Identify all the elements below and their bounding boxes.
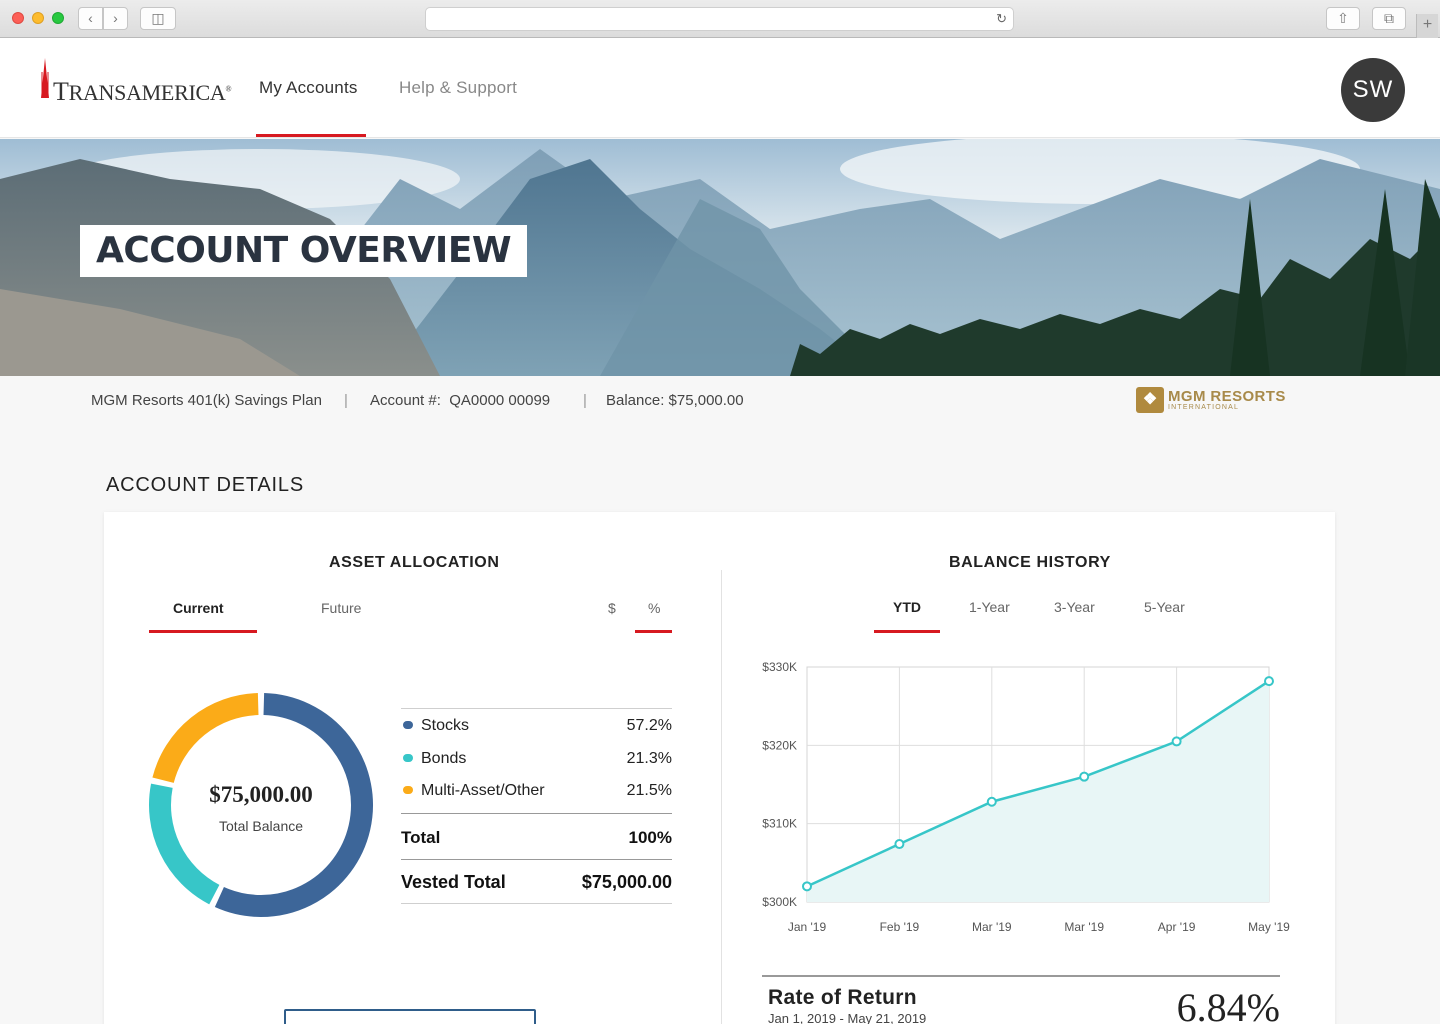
nav-my-accounts[interactable]: My Accounts [259, 78, 358, 98]
tabs-icon[interactable]: ⧉ [1372, 7, 1406, 30]
balance-history-title: BALANCE HISTORY [949, 554, 1111, 571]
rate-of-return-title: Rate of Return [768, 986, 917, 1009]
account-number: Account #: QA0000 00099 [370, 392, 551, 409]
plus-icon[interactable]: + [1416, 14, 1438, 38]
sponsor-logo: ❖ MGM RESORTS INTERNATIONAL [1134, 382, 1294, 418]
divider [721, 570, 722, 1024]
y-tick-label: $330K [762, 660, 797, 674]
balance-point[interactable] [1171, 736, 1182, 747]
pyramid-icon [41, 58, 49, 98]
y-tick-label: $300K [762, 895, 797, 909]
x-tick-label: May '19 [1248, 920, 1290, 934]
toggle-percent[interactable]: % [648, 600, 660, 616]
active-range-indicator [874, 630, 940, 633]
balance-history-chart: $300K $310K $320K $330K Jan '19 Feb '19 Mar '… [762, 660, 1290, 934]
y-tick-label: $310K [762, 817, 797, 831]
transamerica-logo[interactable]: TRANSAMERICA® [38, 58, 232, 106]
x-tick-label: Mar '19 [1064, 920, 1104, 934]
bonds-bullet [403, 753, 413, 762]
total-row: Total 100% [401, 828, 672, 847]
y-tick-label: $320K [762, 738, 797, 752]
zoom-window-button[interactable] [52, 12, 64, 24]
separator: | [344, 392, 348, 409]
tab-1-year[interactable]: 1-Year [969, 599, 1010, 615]
balance-point[interactable] [986, 796, 997, 807]
lion-icon: ❖ [1136, 387, 1164, 413]
balance-point[interactable] [1079, 771, 1090, 782]
table-row: Stocks 57.2% [401, 708, 672, 741]
x-tick-label: Mar '19 [972, 920, 1012, 934]
allocation-action-button[interactable] [284, 1009, 536, 1024]
tab-current[interactable]: Current [173, 600, 224, 616]
active-unit-indicator [635, 630, 672, 633]
tab-future[interactable]: Future [321, 600, 361, 616]
table-divider [401, 859, 672, 860]
page-title: ACCOUNT OVERVIEW [80, 225, 528, 277]
chevron-right-icon[interactable]: › [103, 7, 128, 30]
chevron-left-icon[interactable]: ‹ [78, 7, 103, 30]
tab-3-year[interactable]: 3-Year [1054, 599, 1095, 615]
rate-divider [762, 975, 1280, 977]
reload-icon[interactable]: ↻ [996, 11, 1007, 27]
hero-banner: ACCOUNT OVERVIEW [0, 139, 1440, 376]
nav-active-indicator [256, 134, 366, 137]
table-row: Multi-Asset/Other 21.5% [401, 773, 672, 806]
balance-point[interactable] [894, 839, 905, 850]
address-bar[interactable]: ↻ [425, 7, 1014, 31]
table-divider [401, 813, 672, 814]
account-balance: Balance: $75,000.00 [606, 392, 744, 409]
balance-point[interactable] [1264, 676, 1274, 687]
plan-name: MGM Resorts 401(k) Savings Plan [91, 392, 322, 409]
table-divider [401, 903, 672, 904]
balance-point[interactable] [802, 881, 812, 892]
tab-5-year[interactable]: 5-Year [1144, 599, 1185, 615]
sidebar-icon[interactable]: ◫ [140, 7, 176, 30]
donut-slice-multi-asset-other [152, 693, 259, 784]
tab-ytd[interactable]: YTD [893, 599, 921, 615]
x-tick-label: Jan '19 [788, 920, 827, 934]
separator: | [583, 392, 587, 409]
stocks-bullet [403, 721, 413, 729]
x-tick-label: Apr '19 [1158, 920, 1196, 934]
rate-of-return-value: 6.84% [1176, 985, 1280, 1024]
nav-help-support[interactable]: Help & Support [399, 78, 517, 98]
account-info-bar: MGM Resorts 401(k) Savings Plan | Accoun… [0, 376, 1440, 426]
rate-of-return-dates: Jan 1, 2019 - May 21, 2019 [768, 1011, 927, 1024]
browser-toolbar: ‹ › ◫ ↻ ⇧ ⧉ + [0, 0, 1440, 38]
active-tab-indicator [149, 630, 257, 633]
table-row: Bonds 21.3% [401, 741, 672, 774]
avatar[interactable]: SW [1341, 58, 1405, 122]
toggle-dollar[interactable]: $ [608, 600, 616, 616]
account-details-card: ASSET ALLOCATION Current Future $ % $75,… [104, 512, 1335, 1024]
brand-name: TRANSAMERICA® [53, 77, 232, 106]
section-title: ACCOUNT DETAILS [106, 474, 304, 496]
asset-allocation-title: ASSET ALLOCATION [329, 554, 500, 571]
x-tick-label: Feb '19 [880, 920, 920, 934]
close-window-button[interactable] [12, 12, 24, 24]
share-icon[interactable]: ⇧ [1326, 7, 1360, 30]
balance-area-fill [807, 681, 1269, 902]
site-header: TRANSAMERICA® My Accounts Help & Support… [0, 38, 1440, 138]
total-balance-label: Total Balance [218, 818, 304, 834]
minimize-window-button[interactable] [32, 12, 44, 24]
allocation-table: Stocks 57.2% Bonds 21.3% Multi-Asset/Oth… [401, 708, 672, 806]
vested-total-row: Vested Total $75,000.00 [401, 872, 672, 892]
multi-asset-bullet [403, 786, 413, 794]
total-balance-amount: $75,000.00 [209, 782, 313, 807]
